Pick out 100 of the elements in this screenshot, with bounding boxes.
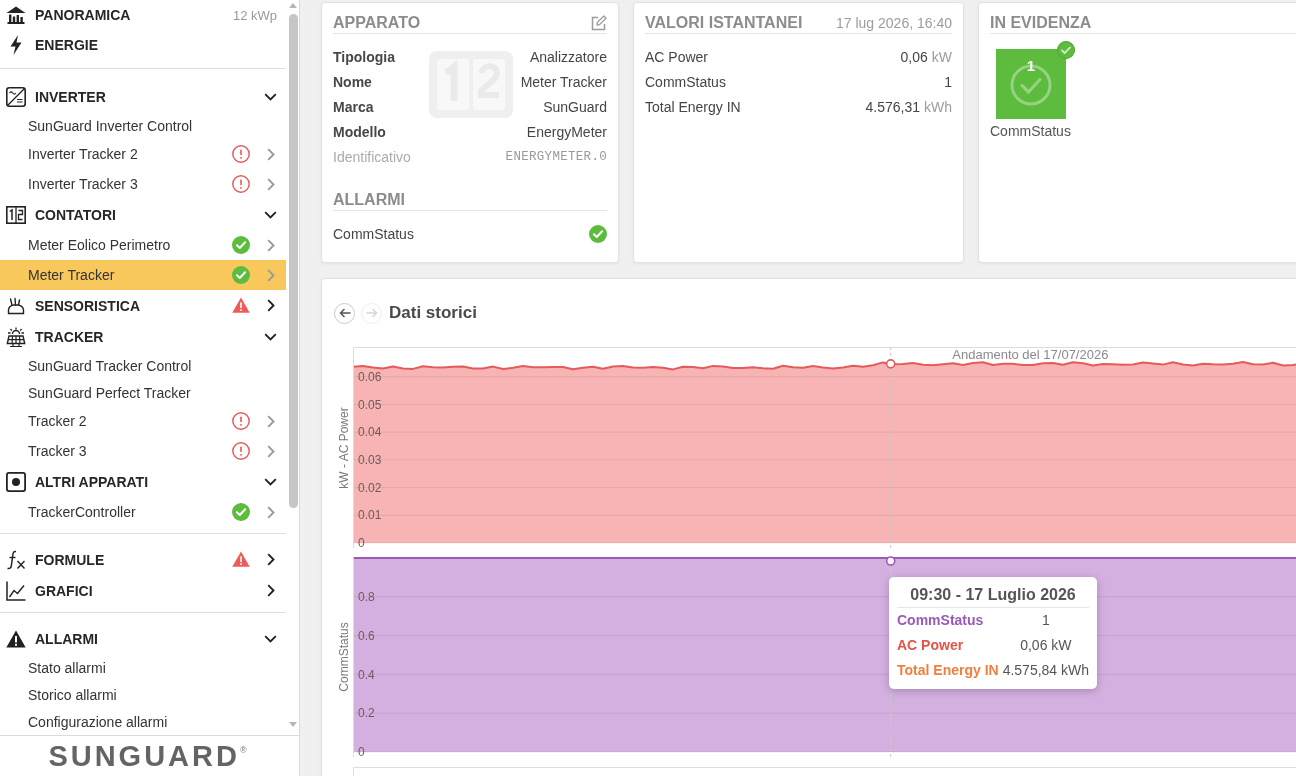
card-title: APPARATO bbox=[333, 13, 421, 33]
menu-section[interactable]: ALLARMI bbox=[0, 623, 286, 654]
field-label: Nome bbox=[333, 73, 372, 90]
field-value: ENERGYMETER.0 bbox=[505, 149, 607, 164]
tile-value: 1 bbox=[1026, 58, 1036, 74]
section-title: ALLARMI bbox=[333, 190, 405, 210]
menu-item[interactable]: SunGuard Tracker Control bbox=[0, 352, 286, 379]
registered-mark: ® bbox=[239, 745, 247, 755]
menu-item[interactable]: Meter Eolico Perimetro bbox=[0, 230, 286, 260]
menu-item[interactable]: Tracker 2 bbox=[0, 406, 286, 436]
unit-label: kW bbox=[931, 48, 952, 65]
chevron-down-icon[interactable] bbox=[264, 92, 277, 101]
tooltip-value: 1 bbox=[1040, 611, 1051, 630]
menu-section[interactable]: FORMULE bbox=[0, 544, 286, 575]
y-tick-label: 0.03 bbox=[358, 453, 382, 468]
axis-title: kW - AC Power bbox=[336, 406, 351, 489]
menu-section[interactable]: CONTATORI bbox=[0, 199, 286, 230]
menu-section[interactable]: SENSORISTICA bbox=[0, 290, 286, 321]
tooltip-value: 4.575,84 kWh bbox=[1002, 661, 1090, 680]
menu-section[interactable]: ENERGIE bbox=[0, 30, 286, 60]
reading-value: 0,06 bbox=[900, 48, 928, 65]
menu-item[interactable]: Inverter Tracker 2 bbox=[0, 139, 286, 169]
y-tick-label: 0 bbox=[358, 536, 365, 548]
y-tick-label: 0.01 bbox=[358, 508, 382, 523]
menu-item[interactable]: Configurazione allarmi bbox=[0, 708, 286, 735]
capacity-value: 12 kWp bbox=[232, 7, 277, 23]
chevron-down-icon[interactable] bbox=[264, 477, 277, 486]
chevron-down-icon[interactable] bbox=[264, 210, 277, 219]
field-label: Marca bbox=[333, 98, 374, 115]
chevron-right-icon[interactable] bbox=[266, 553, 275, 566]
counter-icon bbox=[6, 205, 26, 224]
y-tick-label: 0.04 bbox=[358, 425, 382, 440]
reading-label: AC Power bbox=[645, 48, 709, 65]
y-tick-label: 0.06 bbox=[358, 369, 382, 384]
hover-marker-icon bbox=[885, 359, 896, 369]
chevron-right-icon[interactable] bbox=[266, 584, 275, 597]
warning-icon bbox=[6, 629, 26, 648]
field-value: EnergyMeter bbox=[526, 123, 607, 140]
solar-panel-icon bbox=[6, 326, 26, 347]
menu-section[interactable]: GRAFICI bbox=[0, 575, 286, 606]
y-tick-label: 0.6 bbox=[358, 628, 375, 643]
tile-label: CommStatus bbox=[990, 123, 1071, 139]
building-chart-icon bbox=[6, 6, 26, 24]
sensor-icon bbox=[7, 296, 25, 315]
card-title: IN EVIDENZA bbox=[990, 13, 1092, 33]
menu-item[interactable]: TrackerController bbox=[0, 497, 286, 527]
y-tick-label: 0.05 bbox=[358, 397, 382, 412]
chevron-right-icon[interactable] bbox=[266, 299, 275, 312]
y-tick-label: 0.2 bbox=[358, 706, 375, 721]
reading-value: 1 bbox=[944, 73, 952, 90]
tooltip-value: 0,06 kW bbox=[1019, 636, 1073, 655]
field-value: Meter Tracker bbox=[520, 73, 607, 90]
tooltip-label: AC Power bbox=[897, 636, 965, 655]
card-title: VALORI ISTANTANEI bbox=[645, 13, 803, 33]
timestamp: 17 lug 2026, 16:40 bbox=[836, 15, 952, 31]
tooltip-label: CommStatus bbox=[897, 611, 985, 630]
alarm-label: CommStatus bbox=[333, 225, 414, 242]
chevron-down-icon[interactable] bbox=[264, 332, 277, 341]
tooltip-title: 09:30 - 17 Luglio 2026 bbox=[897, 585, 1090, 608]
inverter-icon bbox=[6, 86, 26, 107]
menu-item[interactable]: Meter Tracker bbox=[0, 260, 286, 290]
hover-marker-icon bbox=[885, 556, 896, 566]
back-button[interactable] bbox=[334, 302, 355, 324]
scroll-down-icon[interactable] bbox=[289, 722, 297, 727]
reading-value: 4.576,31 bbox=[865, 98, 920, 115]
menu-item[interactable]: Tracker 3 bbox=[0, 436, 286, 466]
menu-item[interactable]: Storico allarmi bbox=[0, 681, 286, 708]
menu-section[interactable]: ALTRI APPARATI bbox=[0, 466, 286, 497]
menu-section[interactable]: INVERTER bbox=[0, 81, 286, 112]
logo-text: SUNGUARD bbox=[48, 741, 240, 771]
unit-label: kWh bbox=[924, 98, 952, 115]
y-tick-label: 0.02 bbox=[358, 480, 382, 495]
menu-item[interactable]: Stato allarmi bbox=[0, 654, 286, 681]
menu-item[interactable]: SunGuard Inverter Control bbox=[0, 112, 286, 139]
arrow-left-icon bbox=[338, 308, 351, 318]
check-badge-icon bbox=[1057, 41, 1075, 59]
device-icon bbox=[6, 471, 26, 492]
reading-label: CommStatus bbox=[645, 73, 726, 90]
scroll-up-icon[interactable] bbox=[289, 3, 297, 8]
y-tick-label: 0.8 bbox=[358, 590, 375, 604]
scrollbar-thumb[interactable] bbox=[288, 14, 298, 508]
edit-icon[interactable] bbox=[591, 15, 607, 31]
tooltip-label: Total Energy IN bbox=[897, 661, 999, 680]
section-title: Dati storici bbox=[389, 303, 477, 323]
menu-item[interactable]: SunGuard Perfect Tracker bbox=[0, 379, 286, 406]
lightning-icon bbox=[10, 35, 22, 55]
field-value: Analizzatore bbox=[529, 48, 607, 65]
menu-section[interactable]: PANORAMICA 12 kWp bbox=[0, 0, 286, 30]
menu-section[interactable]: TRACKER bbox=[0, 321, 286, 352]
chevron-down-icon[interactable] bbox=[264, 634, 277, 643]
line-chart-icon bbox=[6, 580, 26, 601]
function-icon bbox=[6, 549, 26, 570]
menu-item[interactable]: Inverter Tracker 3 bbox=[0, 169, 286, 199]
field-label: Identificativo bbox=[333, 148, 411, 165]
y-tick-label: 0 bbox=[358, 745, 365, 757]
field-value: SunGuard bbox=[543, 98, 607, 115]
chart-title: Andamento del 17/07/2026 bbox=[952, 347, 1109, 362]
arrow-right-icon bbox=[365, 308, 378, 318]
field-label: Tipologia bbox=[333, 48, 395, 65]
field-label: Modello bbox=[333, 123, 386, 140]
